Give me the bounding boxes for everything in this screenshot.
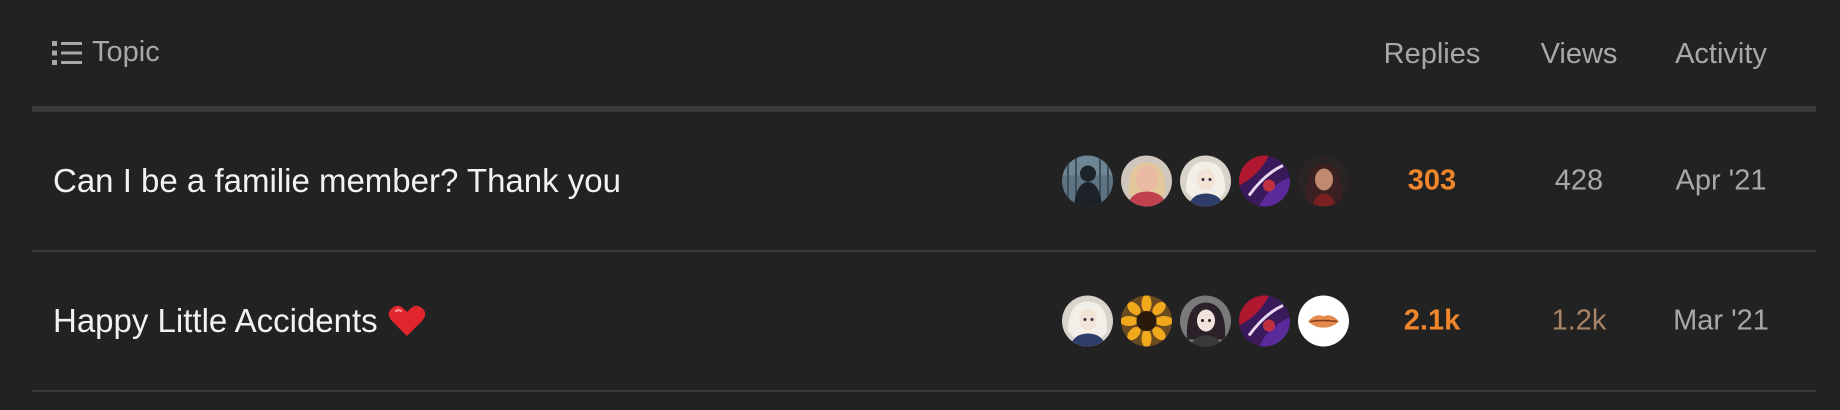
activity-date[interactable]: Apr '21 bbox=[1646, 165, 1796, 198]
views-count: 1.2k bbox=[1551, 304, 1607, 337]
red-purple-art-avatar[interactable] bbox=[1239, 295, 1290, 347]
topic-row: Happy Little Accidents 2.1k 1.2k Mar '21 bbox=[32, 252, 1816, 392]
views-count: 428 bbox=[1554, 164, 1604, 197]
views-column-header[interactable]: Views bbox=[1514, 38, 1644, 71]
anime-white-hair-avatar[interactable] bbox=[1062, 295, 1113, 347]
dark-haired-woman-avatar[interactable] bbox=[1298, 155, 1349, 207]
sunflower-avatar[interactable] bbox=[1121, 295, 1172, 347]
topic-title: Happy Little Accidents bbox=[53, 302, 378, 339]
anime-dark-hair-avatar[interactable] bbox=[1180, 295, 1231, 347]
replies-column-header[interactable]: Replies bbox=[1362, 38, 1502, 71]
topic-title: Can I be a familie member? Thank you bbox=[53, 162, 622, 199]
activity-column-header[interactable]: Activity bbox=[1646, 38, 1796, 71]
dark-figure-avatar[interactable] bbox=[1062, 155, 1113, 207]
heart-icon bbox=[388, 305, 425, 336]
topic-title-link[interactable]: Happy Little Accidents bbox=[53, 302, 426, 340]
anime-white-hair-avatar[interactable] bbox=[1180, 155, 1231, 207]
blonde-woman-avatar[interactable] bbox=[1121, 155, 1172, 207]
topic-header-label: Topic bbox=[92, 36, 160, 68]
red-purple-art-avatar[interactable] bbox=[1239, 155, 1290, 207]
lips-avatar[interactable] bbox=[1298, 295, 1349, 347]
topic-row: Can I be a familie member? Thank you 303… bbox=[32, 112, 1816, 252]
topic-column-header[interactable]: Topic bbox=[52, 36, 160, 69]
topic-list-header: Topic Replies Views Activity bbox=[32, 0, 1816, 108]
topic-posters bbox=[1062, 295, 1349, 347]
topic-title-link[interactable]: Can I be a familie member? Thank you bbox=[53, 162, 621, 200]
list-icon bbox=[52, 40, 82, 65]
replies-count[interactable]: 2.1k bbox=[1362, 305, 1502, 338]
replies-count[interactable]: 303 bbox=[1362, 165, 1502, 198]
topic-posters bbox=[1062, 155, 1349, 207]
activity-date[interactable]: Mar '21 bbox=[1646, 305, 1796, 338]
